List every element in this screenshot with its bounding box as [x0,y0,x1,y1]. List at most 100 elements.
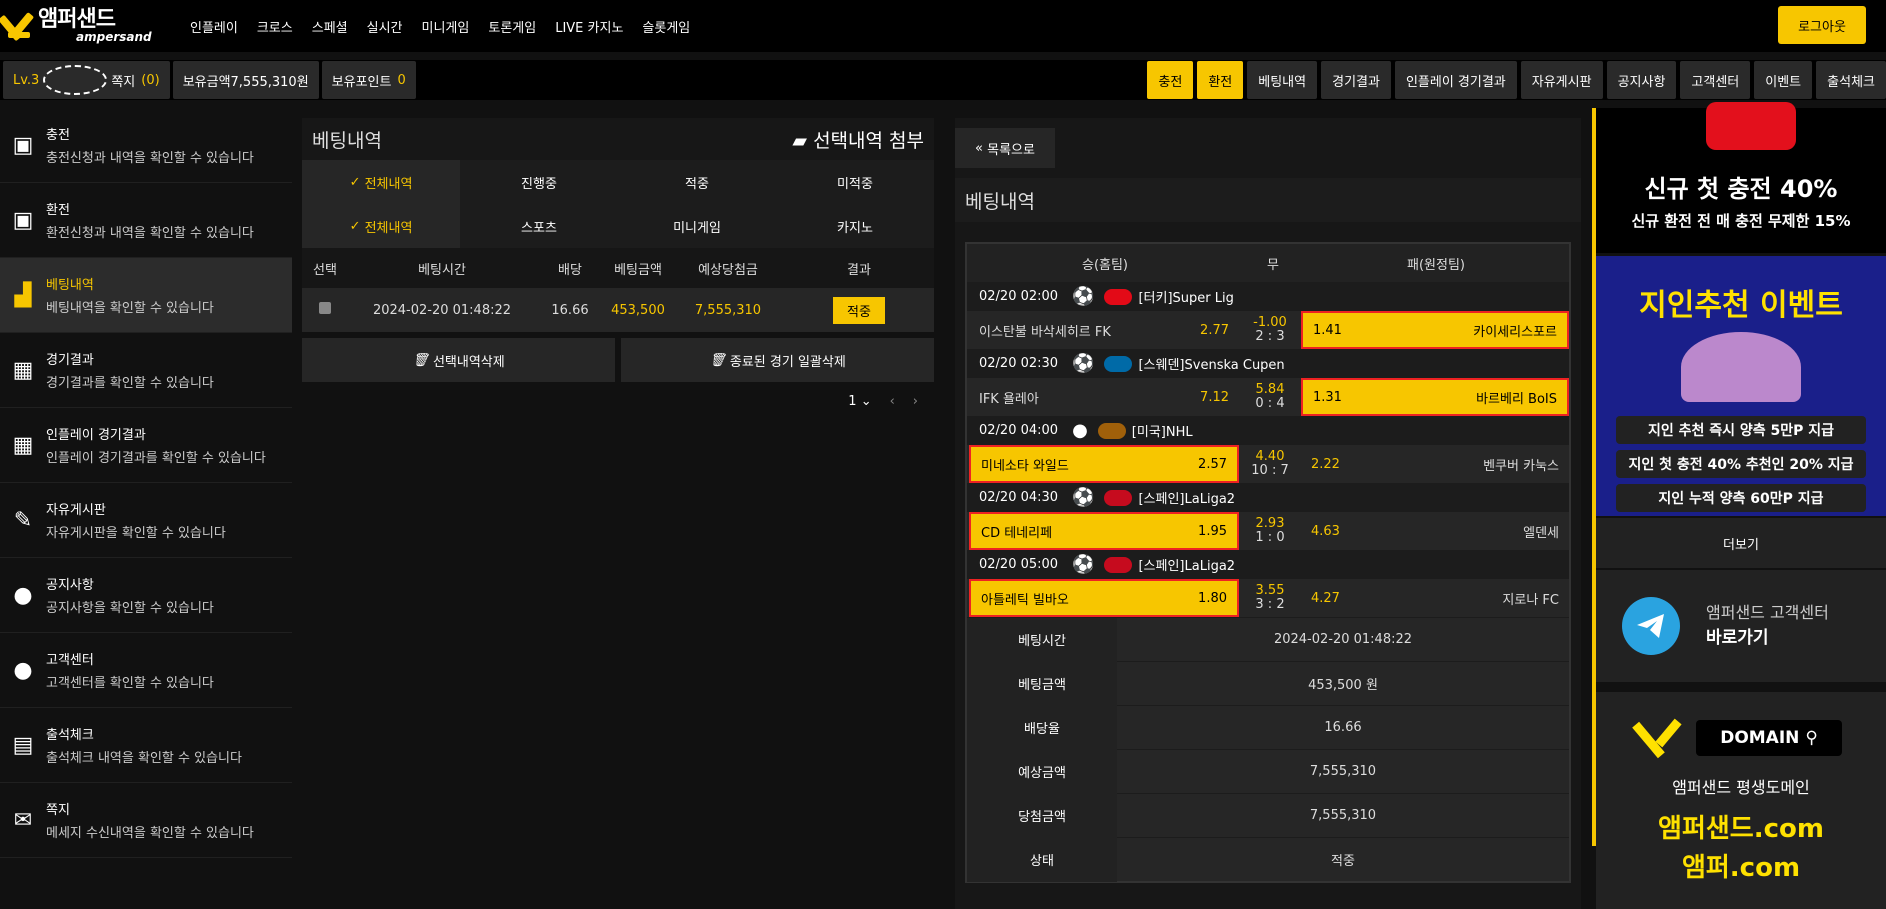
sidebar-item-memo[interactable]: ✉ 쪽지 메세지 수신내역을 확인할 수 있습니다 [0,783,292,858]
draw-cell: 2.93 1 : 0 [1239,516,1301,546]
first-charge-banner[interactable]: 신규 첫 충전 40% 신규 환전 전 매 충전 무제한 15% [1596,102,1886,253]
sidebar-item-title: 충전 [46,128,70,143]
sidebar-item-inplay-results[interactable]: ▦ 인플레이 경기결과 인플레이 경기결과를 확인할 수 있습니다 [0,408,292,483]
tab-all-category[interactable]: ✓ 전체내역 [302,204,460,248]
sport-icon: ⚽ [1072,353,1095,374]
sidebar-item-attendance[interactable]: ▤ 출석체크 출석체크 내역을 확인할 수 있습니다 [0,708,292,783]
row-checkbox[interactable] [319,302,331,314]
bet-history-button[interactable]: 베팅내역 [1247,61,1318,99]
sidebar-item-results[interactable]: ▦ 경기결과 경기결과를 확인할 수 있습니다 [0,333,292,408]
balance-label: 보유금액 [182,74,231,90]
menu-minigame[interactable]: 미니게임 [422,17,470,36]
row-time: 2024-02-20 01:48:22 [372,302,512,318]
header-away: 패(원정팀) [1407,257,1465,273]
pencil-icon: ✎ [13,507,33,533]
tab-minigame[interactable]: 미니게임 [618,204,776,248]
table-row[interactable]: 2024-02-20 01:48:22 16.66 453,500 7,555,… [302,288,934,332]
attendance-button[interactable]: 출석체크 [1816,61,1886,99]
more-button[interactable]: 더보기 [1596,518,1886,568]
sidebar-item-bets[interactable]: ▟ 베팅내역 베팅내역을 확인할 수 있습니다 [0,258,292,333]
menu-special[interactable]: 스페셜 [312,17,348,36]
header-home: 승(홈팀) [1081,257,1129,273]
tab-in-progress[interactable]: 진행중 [460,160,618,204]
podium-icon: ▟ [14,282,32,308]
league-name: [스페인]LaLiga2 [1138,559,1236,574]
referral-event-banner[interactable]: 지인추천 이벤트 지인 추천 즉시 양측 5만P 지급 지인 첫 충전 40% … [1596,256,1886,516]
event-button[interactable]: 이벤트 [1754,61,1813,99]
page-select[interactable]: 1 ⌄ [848,394,871,409]
match-line: CD 테네리페 1.95 2.93 1 : 0 4.63 엘덴세 [967,512,1569,550]
domain-two: 앰퍼.com [1681,853,1801,883]
tab-casino[interactable]: 카지노 [776,204,934,248]
away-pick: 4.63 엘덴세 [1301,512,1569,550]
telegram-support-banner[interactable]: 앰퍼샌드 고객센터 바로가기 [1596,570,1886,682]
delete-selected-button[interactable]: 🗑 선택내역삭제 [302,338,615,382]
results-button[interactable]: 경기결과 [1321,61,1391,99]
sport-icon: ⚽ [1072,286,1095,307]
home-team: 이스탄불 바삭세히르 FK [979,324,1111,340]
delete-finished-button[interactable]: 🗑 종료된 경기 일괄삭제 [621,338,934,382]
user-info-bar: Lv.3 쪽지 (0) 보유금액 7,555,310원 보유포인트 0 충전 환… [0,60,1886,100]
league-row: 02/20 02:30 ⚽ [스웨덴]Svenska Cupen [967,349,1569,378]
tab-sports[interactable]: 스포츠 [460,204,618,248]
info-value: 453,500 원 [1308,678,1378,693]
logout-button[interactable]: 로그아웃 [1778,6,1866,44]
board-button[interactable]: 자유게시판 [1520,61,1603,99]
banner2-title: 지인추천 이벤트 [1639,288,1843,323]
logo-mark-icon [1632,714,1684,762]
info-row: 상태 적중 [967,837,1569,882]
tab-hit[interactable]: 적중 [618,160,776,204]
away-pick: 4.27 지로나 FC [1301,579,1569,617]
menu-live[interactable]: 실시간 [367,17,403,36]
double-chevron-left-icon: « [975,140,988,156]
sidebar-item-notice[interactable]: ● 공지사항 공지사항을 확인할 수 있습니다 [0,558,292,633]
menu-token[interactable]: 토론게임 [488,17,536,36]
brand-logo[interactable]: 앰퍼샌드 ampersand [0,9,184,43]
menu-casino[interactable]: LIVE 카지노 [555,17,623,36]
level-memo-box[interactable]: Lv.3 쪽지 (0) [3,61,170,99]
prev-page-icon[interactable]: ‹ [890,394,895,409]
draw-odds: 4.40 [1255,448,1285,464]
info-value: 7,555,310 [1309,764,1377,779]
exchange-button[interactable]: 환전 [1197,61,1244,99]
match-line: IFK 욜레아 7.12 5.84 0 : 4 1.31 바르베리 BoIS [967,378,1569,416]
banner1-sub: 신규 환전 전 매 충전 무제한 15% [1631,212,1851,230]
attach-selected-button[interactable]: ▰ 선택내역 첨부 [792,126,924,153]
sidebar-item-title: 인플레이 경기결과 [46,428,146,443]
sidebar-item-charge[interactable]: ▣ 충전 충전신청과 내역을 확인할 수 있습니다 [0,108,292,183]
sidebar-item-desc: 공지사항을 확인할 수 있습니다 [46,601,214,616]
next-page-icon[interactable]: › [913,394,918,409]
inplay-results-button[interactable]: 인플레이 경기결과 [1394,61,1517,99]
league-row: 02/20 05:00 ⚽ [스페인]LaLiga2 [967,550,1569,579]
menu-slot[interactable]: 슬롯게임 [642,17,690,36]
sidebar-item-exchange[interactable]: ▣ 환전 환전신청과 내역을 확인할 수 있습니다 [0,183,292,258]
col-time: 베팅시간 [418,262,466,278]
sidebar-item-title: 경기결과 [46,353,94,368]
balance-value: 7,555,310원 [230,74,309,90]
menu-cross[interactable]: 크로스 [257,17,293,36]
notice-button[interactable]: 공지사항 [1606,61,1677,99]
support-button[interactable]: 고객센터 [1680,61,1751,99]
search-icon: ⚲ [1805,728,1818,748]
charge-button[interactable]: 충전 [1147,61,1194,99]
folder-icon: ▰ [792,129,814,152]
info-key: 예상금액 [967,749,1117,794]
sidebar-item-board[interactable]: ✎ 자유게시판 자유게시판을 확인할 수 있습니다 [0,483,292,558]
back-to-list-button[interactable]: « 목록으로 [955,128,1055,168]
banner2-line: 지인 첫 충전 40% 추천인 20% 지급 [1616,450,1866,478]
tab-miss[interactable]: 미적중 [776,160,934,204]
pagination: 1 ⌄ ‹ › [302,394,934,409]
away-odds: 1.31 [1313,389,1342,405]
match-header: 승(홈팀) 무 패(원정팀) [967,244,1569,282]
sidebar-item-support[interactable]: ● 고객센터 고객센터를 확인할 수 있습니다 [0,633,292,708]
domain-banner[interactable]: DOMAIN ⚲ 앰퍼샌드 평생도메인 앰퍼샌드.com 앰퍼.com [1596,692,1886,909]
tab-all-status[interactable]: ✓ 전체내역 [302,160,460,204]
sidebar-item-desc: 베팅내역을 확인할 수 있습니다 [46,301,214,316]
menu-inplay[interactable]: 인플레이 [190,17,238,36]
home-team: IFK 욜레아 [979,391,1039,407]
league-row: 02/20 04:00 ● [미국]NHL [967,416,1569,445]
permanent-domain-label: 앰퍼샌드 평생도메인 [1672,778,1810,797]
away-odds: 4.27 [1311,590,1340,606]
sport-icon: ● [1072,420,1088,441]
redacted-username [43,65,108,95]
